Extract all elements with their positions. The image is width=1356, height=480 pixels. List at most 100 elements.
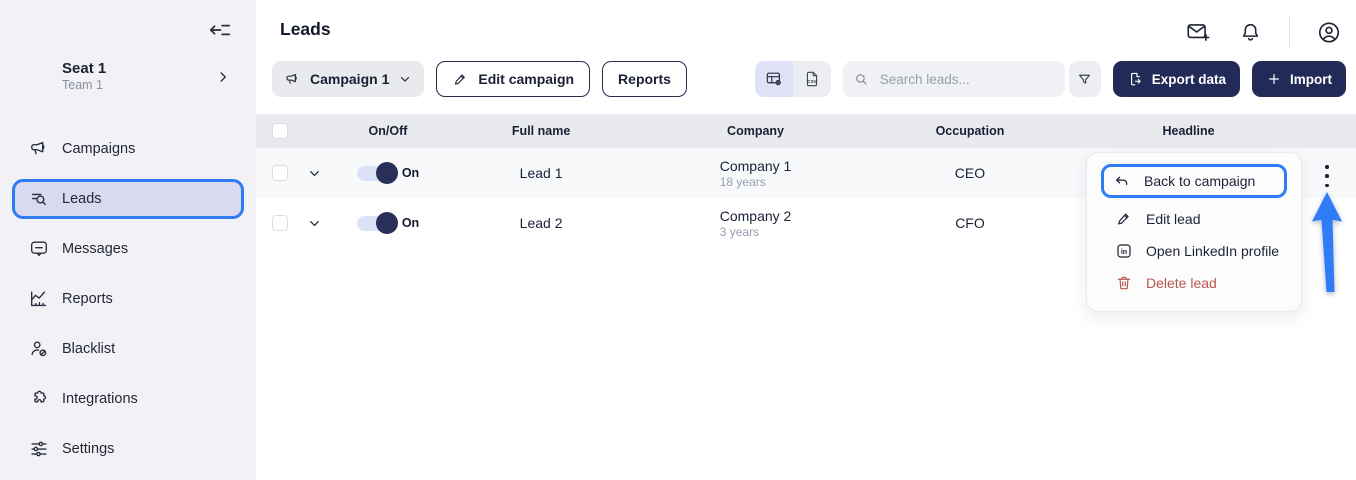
export-data-button[interactable]: Export data: [1113, 61, 1240, 97]
chat-bubble-icon: [28, 238, 50, 260]
sidebar-item-label: Integrations: [62, 391, 138, 407]
table-settings-icon: [764, 69, 784, 89]
highlight-box: Back to campaign: [1101, 164, 1287, 198]
row-checkbox[interactable]: [272, 165, 288, 181]
lead-toggle[interactable]: [357, 166, 395, 181]
megaphone-icon: [284, 71, 301, 88]
cell-company: Company 1 18 years: [720, 157, 792, 190]
header-company: Company: [644, 124, 867, 138]
chevron-down-icon[interactable]: [308, 217, 321, 230]
row-context-menu: Back to campaign Edit lead in Open Linke…: [1086, 152, 1302, 312]
file-export-icon: [1127, 71, 1144, 88]
account-avatar-icon[interactable]: [1316, 19, 1342, 45]
plus-icon: [1266, 71, 1282, 87]
sliders-icon: [28, 438, 50, 460]
menu-item-label: Delete lead: [1146, 275, 1217, 291]
export-data-label: Export data: [1152, 72, 1226, 87]
cell-company: Company 2 3 years: [720, 207, 792, 240]
search-input[interactable]: [878, 71, 1052, 88]
user-blocked-icon: [28, 338, 50, 360]
company-years: 3 years: [720, 225, 792, 240]
pencil-icon: [1115, 210, 1133, 228]
row-checkbox[interactable]: [272, 215, 288, 231]
csv-file-icon: CSV: [802, 69, 822, 89]
collapse-sidebar-icon[interactable]: [206, 16, 234, 44]
sidebar-item-label: Settings: [62, 441, 114, 457]
lead-toggle[interactable]: [357, 216, 395, 231]
undo-arrow-icon: [1113, 172, 1131, 190]
menu-item-label: Back to campaign: [1144, 173, 1255, 189]
sidebar-item-label: Messages: [62, 241, 128, 257]
funnel-icon: [1076, 71, 1093, 88]
menu-item-edit-lead[interactable]: Edit lead: [1087, 203, 1301, 235]
page-title: Leads: [280, 19, 331, 40]
svg-text:in: in: [1121, 248, 1127, 256]
sidebar-item-settings[interactable]: Settings: [0, 424, 256, 474]
sidebar-item-leads[interactable]: Leads: [0, 174, 256, 224]
header-headline: Headline: [1073, 124, 1304, 138]
cell-full-name: Lead 1: [438, 165, 644, 181]
sidebar-item-label: Campaigns: [62, 141, 135, 157]
table-header-row: On/Off Full name Company Occupation Head…: [256, 114, 1356, 148]
reports-button[interactable]: Reports: [602, 61, 687, 97]
company-years: 18 years: [720, 175, 792, 190]
sidebar-item-reports[interactable]: Reports: [0, 274, 256, 324]
seat-title: Seat 1: [62, 60, 106, 78]
bell-icon[interactable]: [1237, 19, 1263, 45]
import-button[interactable]: Import: [1252, 61, 1346, 97]
sidebar-item-blacklist[interactable]: Blacklist: [0, 324, 256, 374]
filter-button[interactable]: [1069, 61, 1101, 97]
toggle-knob: [376, 162, 398, 184]
sidebar: Seat 1 Team 1 Campaigns: [0, 0, 256, 480]
cell-occupation: CEO: [867, 165, 1073, 181]
search-icon: [853, 71, 870, 88]
sidebar-item-integrations[interactable]: Integrations: [0, 374, 256, 424]
chevron-down-icon[interactable]: [308, 167, 321, 180]
menu-item-open-linkedin-profile[interactable]: in Open LinkedIn profile: [1087, 235, 1301, 267]
row-kebab-menu-icon[interactable]: [1320, 165, 1334, 187]
megaphone-icon: [28, 138, 50, 160]
reports-label: Reports: [618, 71, 671, 87]
campaign-selector-label: Campaign 1: [310, 71, 389, 87]
select-all-checkbox[interactable]: [272, 123, 288, 139]
sidebar-item-label: Leads: [62, 191, 102, 207]
svg-text:CSV: CSV: [807, 79, 816, 84]
chevron-right-icon[interactable]: [214, 68, 234, 88]
header-occupation: Occupation: [867, 124, 1073, 138]
seat-subtitle: Team 1: [62, 78, 106, 93]
csv-view-button[interactable]: CSV: [793, 61, 831, 97]
lead-search-icon: [28, 188, 50, 210]
search-box: [843, 61, 1065, 97]
topbar-divider: [1289, 16, 1290, 48]
company-name: Company 1: [720, 157, 792, 175]
toolbar: Campaign 1 Edit campaign Reports: [272, 61, 1346, 97]
company-name: Company 2: [720, 207, 792, 225]
topbar-icons: [1159, 16, 1342, 48]
menu-item-delete-lead[interactable]: Delete lead: [1087, 267, 1301, 299]
trash-icon: [1115, 274, 1133, 292]
leads-page: Seat 1 Team 1 Campaigns: [0, 0, 1356, 480]
view-toggle: CSV: [755, 61, 831, 97]
pencil-icon: [452, 71, 469, 88]
sidebar-item-campaigns[interactable]: Campaigns: [0, 124, 256, 174]
edit-campaign-button[interactable]: Edit campaign: [436, 61, 590, 97]
header-full-name: Full name: [438, 124, 644, 138]
table-view-button[interactable]: [755, 61, 793, 97]
sidebar-item-messages[interactable]: Messages: [0, 224, 256, 274]
header-onoff: On/Off: [338, 124, 438, 138]
linkedin-icon: in: [1115, 242, 1133, 260]
import-label: Import: [1290, 72, 1332, 87]
mail-plus-icon[interactable]: [1185, 19, 1211, 45]
toggle-state-label: On: [402, 166, 419, 180]
sidebar-item-label: Blacklist: [62, 341, 115, 357]
seat-selector[interactable]: Seat 1 Team 1: [62, 60, 106, 93]
menu-item-label: Open LinkedIn profile: [1146, 243, 1279, 259]
campaign-selector-dropdown[interactable]: Campaign 1: [272, 61, 424, 97]
cell-full-name: Lead 2: [438, 215, 644, 231]
toggle-state-label: On: [402, 216, 419, 230]
edit-campaign-label: Edit campaign: [478, 71, 574, 87]
chevron-down-icon: [398, 72, 412, 86]
menu-item-back-to-campaign[interactable]: Back to campaign: [1104, 167, 1284, 195]
cell-occupation: CFO: [867, 215, 1073, 231]
sidebar-nav: Campaigns Leads Messages: [0, 124, 256, 474]
